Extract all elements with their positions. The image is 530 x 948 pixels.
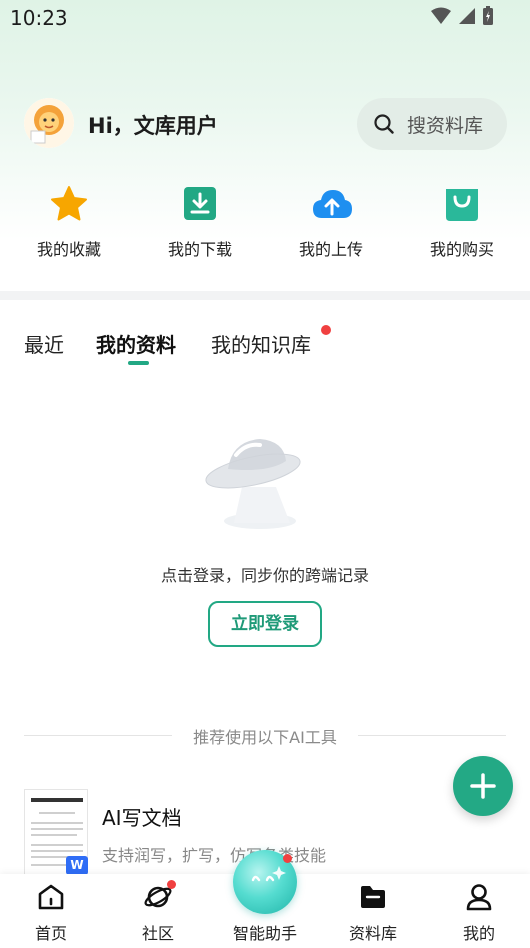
search-box[interactable]: 搜资料库 <box>357 98 507 150</box>
thumbnail-heading <box>31 798 83 802</box>
plus-icon <box>470 773 496 799</box>
word-badge-icon: W <box>66 856 88 875</box>
lion-avatar-icon <box>24 98 74 148</box>
profile-icon <box>466 884 492 911</box>
thumbnail-line <box>31 844 83 846</box>
thumbnail-line <box>31 856 71 858</box>
shopping-bag-icon <box>446 189 478 221</box>
login-button[interactable]: 立即登录 <box>208 601 322 647</box>
tab-knowledge-base[interactable]: 我的知识库 <box>211 329 311 358</box>
empty-state-message: 点击登录，同步你的跨端记录 <box>160 566 369 585</box>
folder-icon <box>361 886 385 908</box>
quick-action-label: 我的购买 <box>429 240 494 259</box>
status-icons <box>430 6 494 26</box>
quick-action-label: 我的收藏 <box>36 240 101 259</box>
recommend-title: 推荐使用以下AI工具 <box>193 728 337 747</box>
nav-label: 资料库 <box>348 924 397 943</box>
battery-icon <box>483 6 493 25</box>
active-tab-indicator <box>128 361 149 365</box>
add-button[interactable] <box>453 756 513 816</box>
divider-right <box>358 735 506 736</box>
nav-item-home[interactable]: 首页 <box>6 874 96 948</box>
section-divider <box>0 291 530 300</box>
tab-recent[interactable]: 最近 <box>24 329 64 358</box>
notification-dot <box>321 325 331 335</box>
nav-label: 社区 <box>141 924 174 943</box>
quick-action-label: 我的下载 <box>167 240 232 259</box>
notification-dot <box>167 880 176 889</box>
quick-action-purchases[interactable]: 我的购买 <box>402 180 522 260</box>
ai-tool-title[interactable]: AI写文档 <box>102 802 182 831</box>
nav-item-library[interactable]: 资料库 <box>328 874 418 948</box>
search-placeholder: 搜资料库 <box>407 115 484 137</box>
nav-label: 首页 <box>34 924 67 943</box>
notification-dot <box>283 854 292 863</box>
thumbnail-line <box>31 822 83 824</box>
content-tabs: 最近 我的资料 我的知识库 <box>0 325 530 375</box>
download-icon <box>184 187 216 220</box>
search-icon <box>374 114 394 134</box>
thumbnail-line <box>31 828 83 830</box>
tab-my-materials[interactable]: 我的资料 <box>96 329 176 358</box>
quick-actions: 我的收藏 我的下载 我的上传 我的购买 <box>0 180 530 270</box>
quick-action-label: 我的上传 <box>298 240 363 259</box>
nav-item-profile[interactable]: 我的 <box>434 874 524 948</box>
avatar[interactable] <box>24 98 74 148</box>
ufo-illustration-icon <box>205 439 301 529</box>
nav-item-community[interactable]: 社区 <box>113 874 203 948</box>
thumbnail-line <box>39 812 75 814</box>
quick-action-downloads[interactable]: 我的下载 <box>140 180 260 260</box>
status-bar: 10:23 <box>0 0 530 34</box>
signal-icon <box>459 8 475 24</box>
nav-label: 智能助手 <box>232 924 297 943</box>
wifi-icon <box>431 7 451 24</box>
quick-action-uploads[interactable]: 我的上传 <box>271 180 391 260</box>
thumbnail-line <box>31 850 83 852</box>
quick-action-favorites[interactable]: 我的收藏 <box>9 180 129 260</box>
status-time: 10:23 <box>10 6 68 30</box>
greeting-text[interactable]: Hi，文库用户 <box>88 110 218 140</box>
thumbnail-line <box>31 834 77 836</box>
star-icon <box>51 186 87 221</box>
nav-label: 我的 <box>462 924 495 943</box>
upload-cloud-icon <box>313 190 352 218</box>
home-icon <box>38 884 64 910</box>
